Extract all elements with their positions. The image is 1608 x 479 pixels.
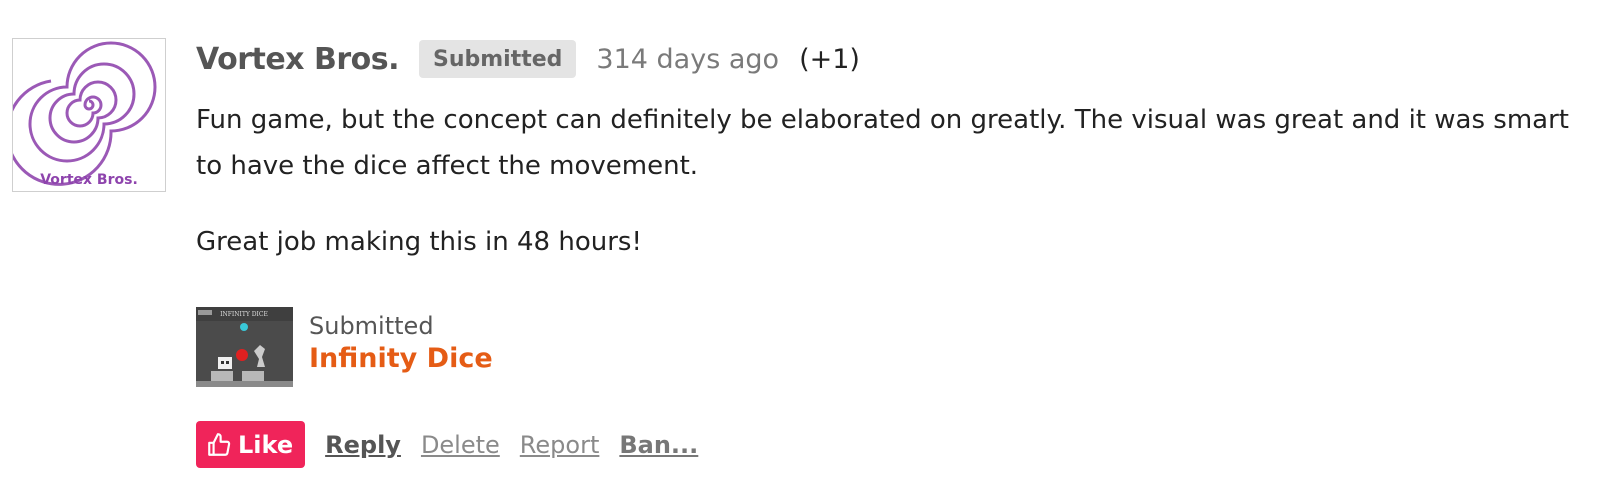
- comment-content: Vortex Bros. Submitted 314 days ago (+1)…: [196, 36, 1596, 468]
- thumb-orb-icon: [240, 323, 248, 331]
- report-link[interactable]: Report: [520, 431, 600, 459]
- thumb-red-die-icon: [236, 349, 248, 361]
- comment-body: Fun game, but the concept can definitely…: [196, 97, 1596, 265]
- vortex-spiral-logo: Vortex Bros.: [13, 41, 157, 188]
- game-title-link[interactable]: Infinity Dice: [309, 341, 493, 377]
- comment-header: Vortex Bros. Submitted 314 days ago (+1): [196, 36, 1596, 82]
- ban-link[interactable]: Ban...: [619, 431, 698, 459]
- game-status: Submitted: [309, 312, 434, 340]
- avatar-caption: Vortex Bros.: [40, 172, 138, 188]
- timestamp[interactable]: 314 days ago: [596, 44, 779, 75]
- thumbs-up-icon: [206, 432, 232, 458]
- delete-link[interactable]: Delete: [421, 431, 500, 459]
- game-submission: INFINITY DICE Submitted Infinity Dice: [196, 307, 1596, 387]
- game-info: Submitted Infinity Dice: [309, 307, 493, 377]
- comment-paragraph: Fun game, but the concept can definitely…: [196, 105, 1569, 181]
- submitted-badge: Submitted: [419, 40, 577, 78]
- comment-actions: Like Reply Delete Report Ban...: [196, 421, 1596, 468]
- author-name[interactable]: Vortex Bros.: [196, 42, 400, 77]
- comment-paragraph: Great job making this in 48 hours!: [196, 227, 642, 257]
- game-thumbnail[interactable]: INFINITY DICE: [196, 307, 293, 387]
- thumb-title: INFINITY DICE: [220, 311, 268, 318]
- like-button[interactable]: Like: [196, 421, 306, 468]
- vote-count: (+1): [799, 43, 860, 75]
- avatar[interactable]: Vortex Bros.: [12, 38, 166, 192]
- reply-link[interactable]: Reply: [325, 431, 401, 459]
- thumb-player-icon: [218, 357, 232, 369]
- thumb-hud-icon: [198, 310, 212, 315]
- like-label: Like: [238, 430, 294, 459]
